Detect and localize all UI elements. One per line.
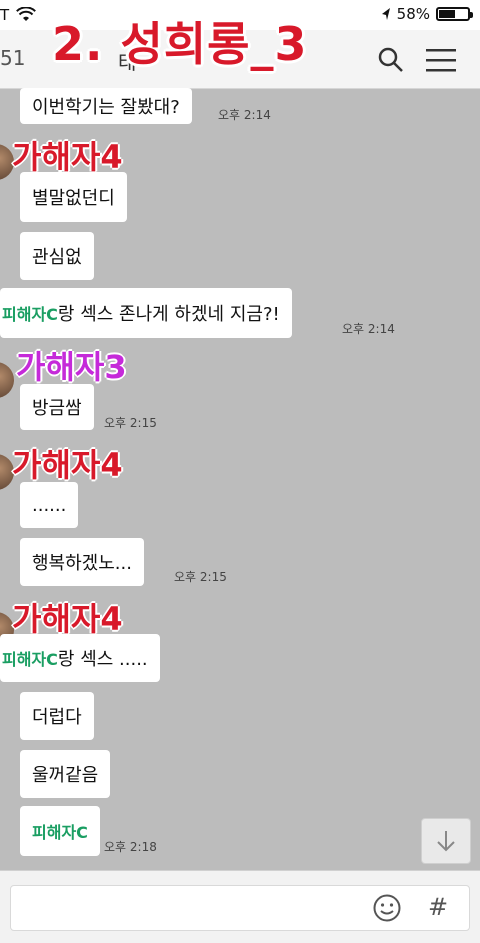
message-bubble[interactable]: 피해자C 랑 섹스 .....	[0, 634, 160, 682]
scroll-to-bottom-button[interactable]	[421, 818, 471, 864]
message-bubble[interactable]: 관심없	[20, 232, 94, 280]
input-bar: #	[0, 870, 480, 943]
smiley-icon[interactable]	[372, 893, 402, 923]
victim-label: 피해자C	[2, 305, 58, 324]
message-text: 별말없던디	[32, 188, 115, 209]
message-bubble[interactable]: 이번학기는 잘봤대?	[20, 88, 192, 124]
location-icon	[381, 8, 390, 20]
message-time: 오후 2:14	[218, 108, 271, 122]
message-time: 오후 2:18	[104, 840, 157, 854]
message-bubble[interactable]: 행복하겠노...	[20, 538, 144, 586]
arrow-down-icon	[437, 831, 455, 852]
search-icon[interactable]	[378, 47, 404, 73]
message-bubble[interactable]: 더럽다	[20, 692, 94, 740]
message-text: 더럽다	[32, 707, 82, 728]
sender-label: 가해자3	[16, 348, 127, 386]
message-bubble[interactable]: 별말없던디	[20, 172, 127, 222]
message-time: 오후 2:15	[174, 570, 227, 584]
chat-area: 이번학기는 잘봤대? 오후 2:14 가해자4 별말없던디 관심없 피해자C 랑 …	[0, 88, 480, 870]
victim-label: 피해자C	[32, 823, 88, 842]
message-time: 오후 2:14	[342, 322, 395, 336]
victim-label: 피해자C	[2, 650, 58, 669]
message-bubble[interactable]: 피해자C 랑 섹스 존나게 하겠네 지금?!	[0, 288, 292, 338]
wifi-icon	[16, 7, 36, 21]
message-bubble[interactable]: 방금쌈	[20, 384, 94, 430]
message-bubble[interactable]: 피해자C	[20, 806, 100, 856]
message-bubble[interactable]: ......	[20, 482, 79, 528]
message-text: 이번학기는 잘봤대?	[32, 97, 180, 118]
battery-percent: 58%	[396, 5, 430, 23]
member-count: 51	[0, 46, 26, 70]
message-time: 오후 2:15	[104, 416, 157, 430]
overlay-title: 2. 성희롱_3	[52, 17, 308, 71]
battery-icon	[436, 7, 473, 21]
message-text: 랑 섹스 .....	[57, 649, 148, 670]
hash-button[interactable]: #	[428, 893, 448, 921]
message-text: 방금쌈	[32, 398, 82, 419]
message-text: 울꺼같음	[32, 765, 99, 786]
message-bubble[interactable]: 울꺼같음	[20, 750, 111, 798]
message-text: 행복하겠노...	[32, 553, 132, 574]
avatar[interactable]	[0, 362, 14, 398]
message-text: 관심없	[32, 247, 82, 268]
menu-icon[interactable]	[426, 48, 456, 72]
sender-label: 가해자4	[12, 446, 123, 484]
message-text: ......	[32, 494, 67, 516]
message-text: 랑 섹스 존나게 하겠네 지금?!	[57, 304, 280, 325]
carrier: T	[0, 6, 10, 24]
